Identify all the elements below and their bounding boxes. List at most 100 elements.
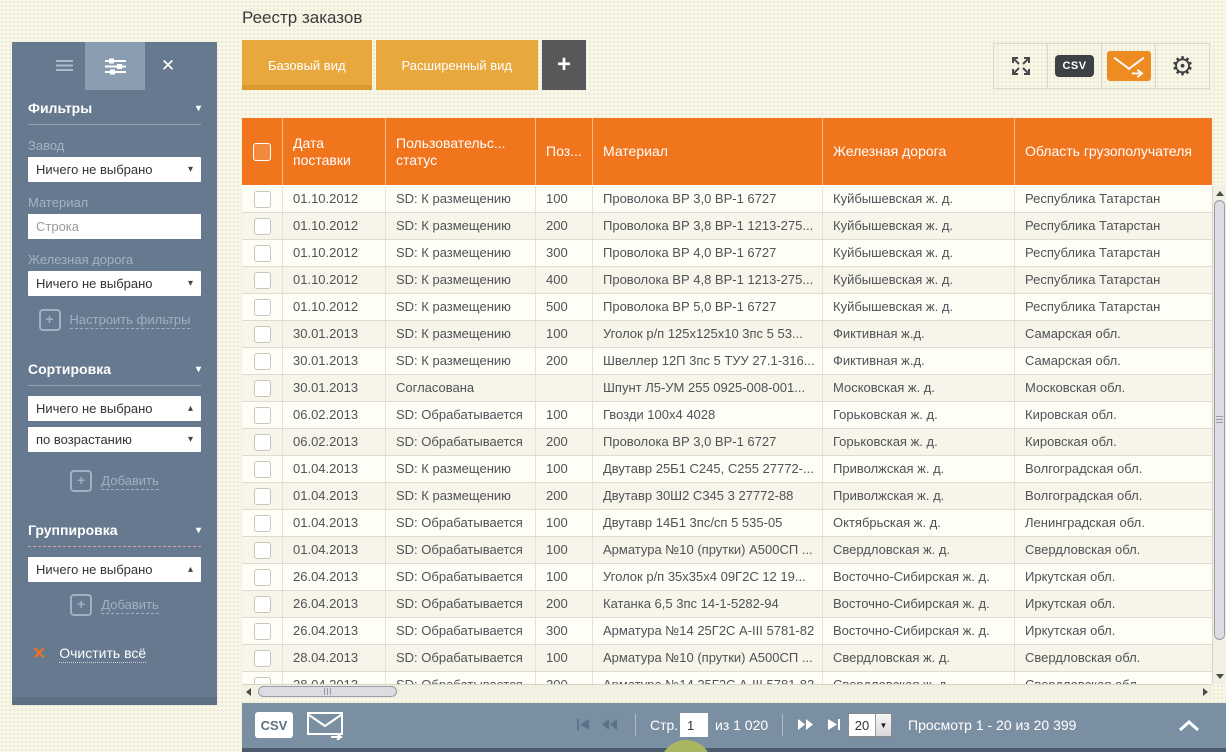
clear-all-link[interactable]: ✕ Очистить всё bbox=[32, 644, 217, 664]
column-header[interactable]: Поз... bbox=[535, 118, 592, 185]
close-sidebar-icon[interactable]: ✕ bbox=[156, 55, 180, 77]
pagination-bar: CSV Стр. из 1 020 20 ▼ Просмотр 1 - 20 и bbox=[242, 703, 1226, 752]
table-row[interactable]: 26.04.2013SD: Обрабатывается200Катанка 6… bbox=[242, 591, 1212, 618]
filters-section-header[interactable]: Фильтры ▾ bbox=[28, 100, 201, 116]
row-checkbox[interactable] bbox=[254, 461, 271, 478]
table-row[interactable]: 01.04.2013SD: Обрабатывается100Двутавр 1… bbox=[242, 510, 1212, 537]
sidebar-tab-strip: ✕ bbox=[12, 42, 217, 90]
table-row[interactable]: 01.10.2012SD: К размещению100Проволока В… bbox=[242, 186, 1212, 213]
column-header[interactable]: Железная дорога bbox=[822, 118, 1014, 185]
table-row[interactable]: 26.04.2013SD: Обрабатывается100Уголок р/… bbox=[242, 564, 1212, 591]
row-checkbox[interactable] bbox=[254, 380, 271, 397]
row-checkbox[interactable] bbox=[254, 488, 271, 505]
scroll-up-arrow-icon[interactable] bbox=[1216, 191, 1224, 196]
material-input[interactable] bbox=[28, 214, 201, 239]
filters-panel-tab[interactable] bbox=[85, 42, 145, 90]
add-grouping-link[interactable]: + Добавить bbox=[12, 594, 217, 616]
fullscreen-button[interactable] bbox=[994, 44, 1047, 88]
send-mail-button-bottom[interactable] bbox=[306, 710, 346, 745]
scroll-left-arrow-icon[interactable] bbox=[246, 688, 251, 696]
row-checkbox-cell bbox=[242, 240, 282, 266]
column-header[interactable]: Материал bbox=[592, 118, 822, 185]
table-cell: Иркутская обл. bbox=[1014, 618, 1212, 644]
table-cell: 01.10.2012 bbox=[282, 294, 385, 320]
next-page-button[interactable] bbox=[798, 718, 813, 736]
table-cell: Приволжская ж. д. bbox=[822, 456, 1014, 482]
table-row[interactable]: 01.10.2012SD: К размещению500Проволока В… bbox=[242, 294, 1212, 321]
configure-filters-link[interactable]: + Настроить фильтры bbox=[12, 309, 217, 331]
last-page-button[interactable] bbox=[827, 718, 842, 736]
first-page-button[interactable] bbox=[576, 718, 591, 736]
page-number-input[interactable] bbox=[680, 713, 708, 737]
table-row[interactable]: 01.10.2012SD: К размещению200Проволока В… bbox=[242, 213, 1212, 240]
table-cell: SD: Обрабатывается bbox=[385, 618, 535, 644]
chevron-down-icon: ▾ bbox=[196, 364, 201, 375]
table-row[interactable]: 06.02.2013SD: Обрабатывается100Гвозди 10… bbox=[242, 402, 1212, 429]
previous-page-button[interactable] bbox=[602, 718, 617, 736]
table-row[interactable]: 30.01.2013SD: К размещению200Швеллер 12П… bbox=[242, 348, 1212, 375]
row-checkbox[interactable] bbox=[254, 218, 271, 235]
add-view-button[interactable]: + bbox=[542, 40, 586, 90]
table-cell: Волгоградская обл. bbox=[1014, 483, 1212, 509]
horizontal-scrollbar[interactable] bbox=[242, 684, 1212, 698]
settings-button[interactable]: ⚙ bbox=[1155, 44, 1209, 88]
vertical-scrollbar-thumb[interactable] bbox=[1214, 200, 1225, 640]
row-checkbox[interactable] bbox=[254, 407, 271, 424]
row-checkbox[interactable] bbox=[254, 542, 271, 559]
add-sorting-link[interactable]: + Добавить bbox=[12, 470, 217, 492]
row-checkbox[interactable] bbox=[254, 299, 271, 316]
table-row[interactable]: 01.10.2012SD: К размещению300Проволока В… bbox=[242, 240, 1212, 267]
grouping-section-header[interactable]: Группировка ▾ bbox=[28, 522, 201, 538]
column-header[interactable]: Дата поставки bbox=[282, 118, 385, 185]
column-header[interactable]: Пользовательс... статус bbox=[385, 118, 535, 185]
tab-extended-view[interactable]: Расширенный вид bbox=[376, 40, 538, 90]
export-csv-button-bottom[interactable]: CSV bbox=[255, 712, 293, 738]
table-cell: Куйбышевская ж. д. bbox=[822, 186, 1014, 212]
sorting-field-select[interactable]: Ничего не выбрано ▴ bbox=[28, 396, 201, 421]
table-row[interactable]: 30.01.2013SD: К размещению100Уголок р/п … bbox=[242, 321, 1212, 348]
select-all-checkbox[interactable] bbox=[253, 143, 271, 161]
sorting-section-header[interactable]: Сортировка ▾ bbox=[28, 361, 201, 377]
tab-basic-view[interactable]: Базовый вид bbox=[242, 40, 372, 90]
csv-icon: CSV bbox=[1055, 55, 1093, 77]
table-row[interactable]: 01.04.2013SD: К размещению200Двутавр 30Ш… bbox=[242, 483, 1212, 510]
export-csv-button[interactable]: CSV bbox=[1047, 44, 1101, 88]
row-checkbox[interactable] bbox=[254, 650, 271, 667]
table-cell: SD: К размещению bbox=[385, 213, 535, 239]
row-checkbox[interactable] bbox=[254, 272, 271, 289]
list-view-icon[interactable] bbox=[56, 59, 73, 77]
row-checkbox[interactable] bbox=[254, 623, 271, 640]
row-checkbox[interactable] bbox=[254, 515, 271, 532]
sorting-direction-select[interactable]: по возрастанию ▾ bbox=[28, 427, 201, 452]
chevron-up-icon bbox=[1178, 720, 1200, 732]
row-checkbox[interactable] bbox=[254, 596, 271, 613]
table-row[interactable]: 30.01.2013СогласованаШпунт Л5-УМ 255 092… bbox=[242, 375, 1212, 402]
table-cell: Уголок р/п 125x125x10 3пс 5 53... bbox=[592, 321, 822, 347]
table-row[interactable]: 01.04.2013SD: Обрабатывается100Арматура … bbox=[242, 537, 1212, 564]
row-checkbox[interactable] bbox=[254, 434, 271, 451]
page-size-select[interactable]: 20 ▼ bbox=[848, 713, 892, 737]
row-checkbox[interactable] bbox=[254, 353, 271, 370]
scroll-right-arrow-icon[interactable] bbox=[1203, 688, 1208, 696]
railway-select[interactable]: Ничего не выбрано ▾ bbox=[28, 271, 201, 296]
row-checkbox[interactable] bbox=[254, 191, 271, 208]
horizontal-scrollbar-thumb[interactable] bbox=[258, 686, 397, 697]
plant-select[interactable]: Ничего не выбрано ▾ bbox=[28, 157, 201, 182]
scroll-down-arrow-icon[interactable] bbox=[1216, 674, 1224, 679]
table-row[interactable]: 01.04.2013SD: К размещению100Двутавр 25Б… bbox=[242, 456, 1212, 483]
grouping-field-select[interactable]: Ничего не выбрано ▴ bbox=[28, 557, 201, 582]
column-header[interactable]: Область грузополучателя bbox=[1014, 118, 1212, 185]
send-mail-button[interactable] bbox=[1101, 44, 1155, 88]
table-row[interactable]: 28.04.2013SD: Обрабатывается100Арматура … bbox=[242, 645, 1212, 672]
row-checkbox[interactable] bbox=[254, 245, 271, 262]
row-checkbox[interactable] bbox=[254, 569, 271, 586]
table-row[interactable]: 01.10.2012SD: К размещению400Проволока В… bbox=[242, 267, 1212, 294]
collapse-bar-button[interactable] bbox=[1178, 719, 1200, 737]
vertical-scrollbar[interactable] bbox=[1212, 186, 1226, 684]
table-cell: Московская ж. д. bbox=[822, 375, 1014, 401]
table-row[interactable]: 06.02.2013SD: Обрабатывается200Проволока… bbox=[242, 429, 1212, 456]
table-row[interactable]: 26.04.2013SD: Обрабатывается300Арматура … bbox=[242, 618, 1212, 645]
table-cell: Куйбышевская ж. д. bbox=[822, 213, 1014, 239]
row-checkbox[interactable] bbox=[254, 326, 271, 343]
table-cell: 500 bbox=[535, 294, 592, 320]
